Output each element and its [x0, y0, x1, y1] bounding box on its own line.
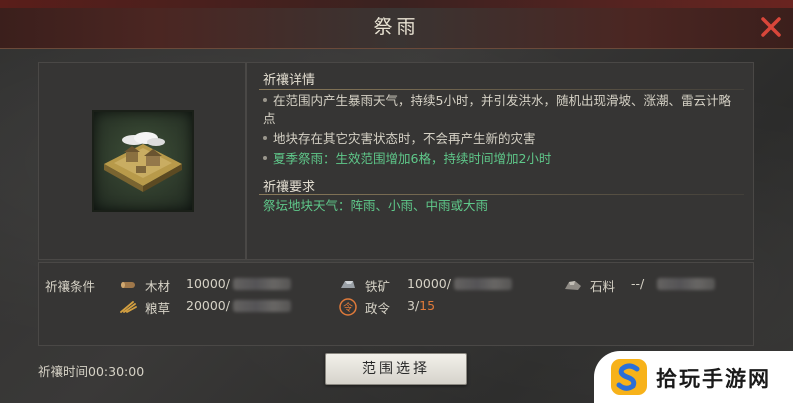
resource-value-decree: 3/15: [407, 298, 436, 313]
resource-value-wood: 10000/: [186, 276, 230, 291]
requirements-divider: [259, 194, 744, 195]
details-title: 祈禳详情: [263, 73, 316, 88]
wood-icon: [121, 282, 135, 288]
conditions-label: 祈禳条件: [45, 279, 96, 294]
top-strip: [0, 0, 793, 8]
range-select-button[interactable]: 范围选择: [325, 353, 467, 385]
resource-value-stone: --/: [631, 276, 645, 291]
blurred-value: [233, 278, 291, 290]
svg-text:令: 令: [343, 301, 353, 314]
details-line: 在范围内产生暴雨天气，持续5小时，并引发洪水，随机出现滑坡、涨潮、雷云计略点: [263, 93, 731, 126]
building-panel: [38, 62, 246, 260]
resource-value-iron: 10000/: [407, 276, 451, 291]
grain-icon: [120, 301, 137, 313]
building-image-frame: [92, 110, 194, 212]
details-line: 地块存在其它灾害状态时，不会再产生新的灾害: [263, 130, 733, 148]
blurred-value: [233, 300, 291, 312]
resource-value-grain: 20000/: [186, 298, 230, 313]
details-panel: 祈禳详情 在范围内产生暴雨天气，持续5小时，并引发洪水，随机出现滑坡、涨潮、雷云…: [246, 62, 754, 260]
resource-name-stone: 石料: [590, 279, 616, 294]
resource-name-decree: 政令: [365, 301, 391, 316]
blurred-value: [454, 278, 512, 290]
bullet-icon: [263, 135, 267, 140]
requirements-text: 祭坛地块天气：阵雨、小雨、中雨或大雨: [263, 198, 489, 213]
logo-icon: [611, 359, 647, 395]
decree-icon: 令: [339, 298, 357, 316]
watermark-text: 拾玩手游网: [656, 367, 771, 391]
iron-icon: [341, 281, 355, 288]
blurred-value: [657, 278, 715, 290]
bullet-icon: [263, 155, 267, 160]
stone-icon: [565, 281, 581, 290]
close-icon: [761, 17, 781, 37]
conditions-panel: 祈禳条件 木材 10000/ 铁矿 10000/ 石料 --/ 粮草 20000…: [38, 262, 754, 346]
details-list: 在范围内产生暴雨天气，持续5小时，并引发洪水，随机出现滑坡、涨潮、雷云计略点 地…: [263, 92, 733, 168]
resource-name-grain: 粮草: [145, 301, 171, 316]
bullet-icon: [263, 97, 267, 102]
resource-name-iron: 铁矿: [365, 279, 391, 294]
duration-text: 祈禳时间00:30:00: [38, 364, 145, 379]
details-line-highlight: 夏季祭雨：生效范围增加6格，持续时间增加2小时: [263, 150, 733, 168]
details-divider: [259, 89, 744, 90]
resource-name-wood: 木材: [145, 279, 171, 294]
close-button[interactable]: [756, 12, 786, 42]
altar-building-icon: [104, 132, 182, 192]
requirements-title: 祈禳要求: [263, 180, 316, 195]
page-title: 祭雨: [373, 16, 420, 38]
